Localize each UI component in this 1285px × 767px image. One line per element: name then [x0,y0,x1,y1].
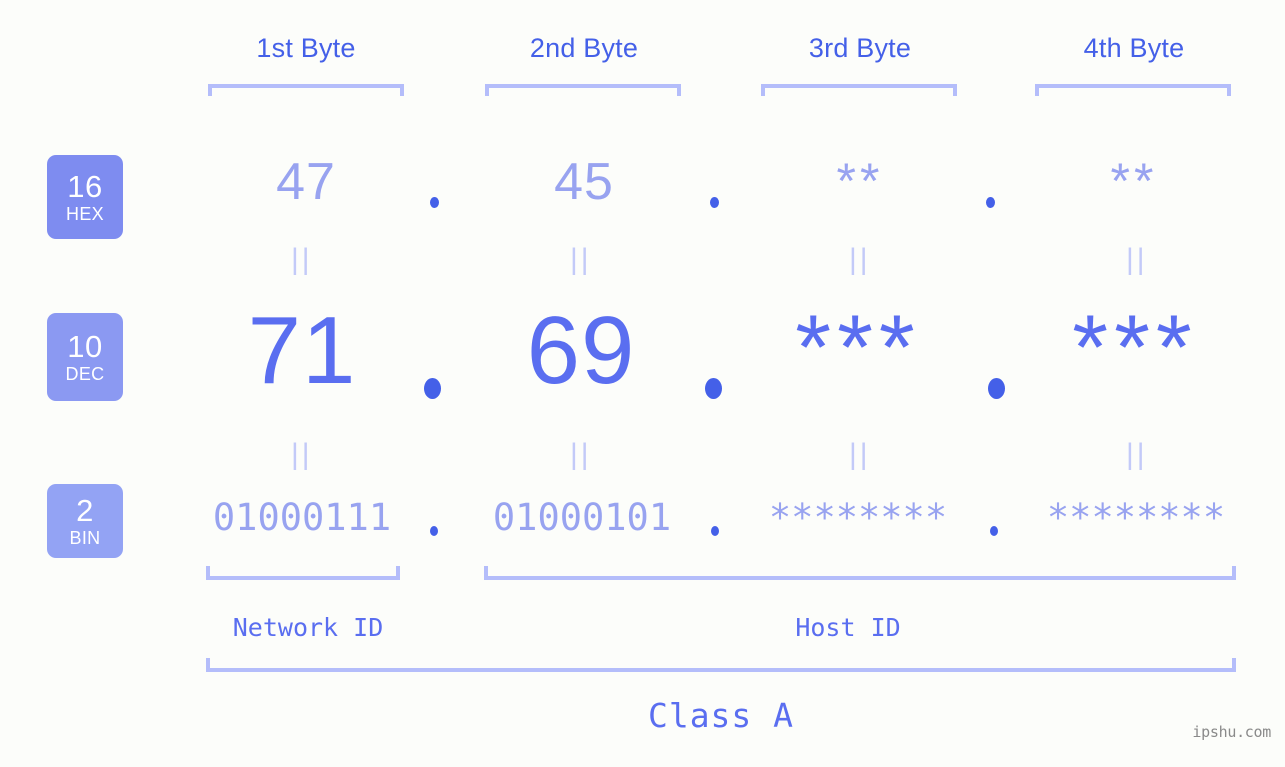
base-badge-dec-name: DEC [65,364,105,384]
hex-byte-2: 45 [554,153,614,211]
dec-separator-dot-1 [424,378,441,399]
dec-separator-dot-2 [705,378,722,399]
hex-byte-1: 47 [276,153,336,211]
base-badge-hex-number: 16 [67,169,103,204]
hex-separator-dot-3 [986,197,995,208]
byte-header-2: 2nd Byte [529,33,639,63]
base-badge-dec: 10 DEC [47,313,123,401]
hex-separator-dot-1 [430,197,439,208]
equals-mark-dec-bin-4: || [1126,438,1148,471]
base-badge-bin: 2 BIN [47,484,123,558]
equals-mark-hex-dec-4: || [1126,243,1148,276]
byte-bracket-1 [208,84,404,96]
segment-label-host-id: Host ID [795,613,901,642]
equals-mark-hex-dec-3: || [849,243,871,276]
equals-mark-dec-bin-1: || [291,438,313,471]
equals-mark-hex-dec-2: || [570,243,592,276]
base-badge-bin-name: BIN [69,528,101,548]
dec-byte-1: 71 [247,297,357,404]
bin-byte-1: 01000111 [212,496,392,539]
bin-separator-dot-1 [430,526,438,536]
dec-byte-3: *** [795,297,921,399]
ip-address-breakdown-diagram: 1st Byte 2nd Byte 3rd Byte 4th Byte 16 H… [0,0,1285,767]
base-badge-dec-number: 10 [67,329,103,364]
equals-mark-dec-bin-3: || [849,438,871,471]
bin-byte-4: ******** [1046,496,1226,539]
class-bracket [206,658,1236,672]
base-badge-hex-name: HEX [66,204,104,224]
base-badge-hex: 16 HEX [47,155,123,239]
bin-separator-dot-3 [990,526,998,536]
equals-mark-hex-dec-1: || [291,243,313,276]
dec-byte-4: *** [1072,297,1198,399]
hex-byte-4: ** [1110,153,1158,209]
bin-separator-dot-2 [711,526,719,536]
bin-byte-2: 01000101 [492,496,672,539]
byte-bracket-4 [1035,84,1231,96]
hex-separator-dot-2 [710,197,719,208]
hex-byte-3: ** [836,153,884,209]
bin-byte-3: ******** [768,496,948,539]
segment-bracket-host-id [484,566,1236,580]
byte-bracket-3 [761,84,957,96]
byte-bracket-2 [485,84,681,96]
segment-bracket-network-id [206,566,400,580]
byte-header-4: 4th Byte [1083,33,1185,63]
class-label: Class A [647,696,795,735]
site-watermark: ipshu.com [1192,723,1271,741]
byte-header-3: 3rd Byte [808,33,912,63]
dec-separator-dot-3 [988,378,1005,399]
byte-header-1: 1st Byte [256,33,356,63]
dec-byte-2: 69 [526,297,636,404]
base-badge-bin-number: 2 [76,493,94,528]
segment-label-network-id: Network ID [232,613,384,642]
equals-mark-dec-bin-2: || [570,438,592,471]
